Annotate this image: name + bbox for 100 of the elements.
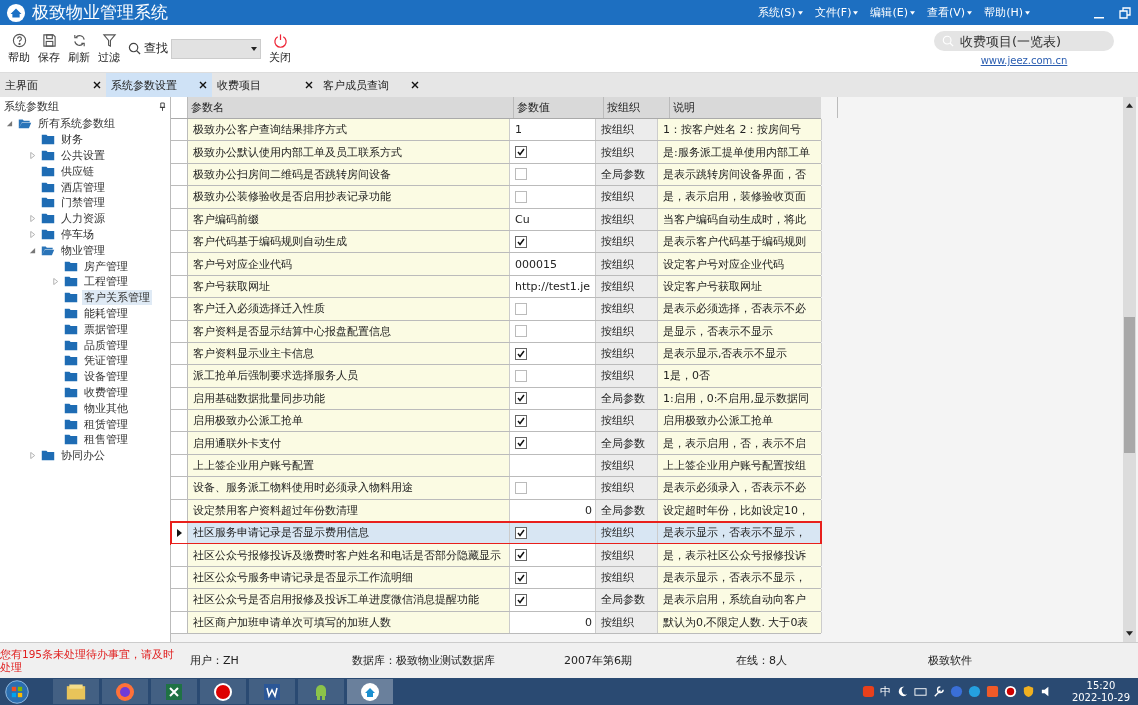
table-row[interactable]: 社区公众号是否启用报修及投诉工单进度微信消息提醒功能 全局参数 是表示启用，系统自动向客户	[171, 589, 821, 612]
column-header[interactable]: 说明	[670, 97, 838, 118]
taskbar-app[interactable]	[151, 679, 197, 704]
column-header[interactable]: 按组织	[604, 97, 670, 118]
tree-item[interactable]: 人力资源	[59, 211, 107, 227]
checkbox[interactable]	[515, 526, 527, 539]
row-header[interactable]	[171, 522, 188, 544]
tree-item[interactable]: 客户关系管理	[82, 290, 152, 306]
table-row[interactable]: 极致办公扫房间二维码是否跳转房间设备 全局参数 是表示跳转房间设备界面，否	[171, 163, 821, 187]
pin-icon[interactable]	[159, 102, 166, 111]
close-icon[interactable]	[93, 81, 101, 89]
checkbox[interactable]	[515, 392, 527, 405]
close-icon[interactable]	[305, 81, 313, 89]
tree-item[interactable]: 租赁管理	[82, 416, 130, 432]
tab[interactable]: 主界面	[0, 73, 106, 97]
quick-search-field[interactable]: 收费项目(一览表)	[934, 31, 1114, 51]
table-row[interactable]: 客户号获取网址 http://test1.je 按组织 设定客户号获取网址	[171, 275, 821, 299]
input-mode-indicator[interactable]: 中	[879, 684, 891, 699]
website-link[interactable]: www.jeez.com.cn	[980, 55, 1068, 66]
tree-item[interactable]: 票据管理	[82, 321, 130, 337]
table-row[interactable]: 启用通联外卡支付 全局参数 是，表示启用，否，表示不启	[171, 432, 821, 455]
checkbox[interactable]	[515, 146, 527, 159]
scroll-up-icon[interactable]	[1126, 103, 1133, 108]
table-row[interactable]: 启用极致办公派工抢单 按组织 启用极致办公派工抢单	[171, 410, 821, 433]
tab[interactable]: 收费项目	[212, 73, 318, 97]
checkbox[interactable]	[515, 571, 527, 584]
scroll-down-icon[interactable]	[1126, 631, 1133, 636]
taskbar-app[interactable]	[298, 679, 344, 704]
tree-item[interactable]: 财务	[59, 132, 85, 148]
tree-item[interactable]: 所有系统参数组	[36, 116, 117, 132]
table-row[interactable]: 启用基础数据批量同步功能 全局参数 1:启用，0:不启用,显示数据同	[171, 387, 821, 411]
taskbar-app[interactable]	[200, 679, 246, 704]
menu-item[interactable]: 查看(V)	[927, 5, 973, 20]
tree-item[interactable]: 能耗管理	[82, 305, 130, 321]
tree-item[interactable]: 协同办公	[59, 448, 107, 464]
table-row[interactable]: 派工抢单后强制要求选择服务人员 按组织 1是，0否	[171, 365, 821, 388]
table-row[interactable]: 客户资料显示业主卡信息 按组织 是表示显示,否表示不显示	[171, 342, 821, 366]
table-row[interactable]: 上上签企业用户账号配置 按组织 上上签企业用户账号配置按组	[171, 454, 821, 478]
table-row[interactable]: 客户资料是否显示结算中心报盘配置信息 按组织 是显示，否表示不显示	[171, 320, 821, 343]
record-icon[interactable]	[1003, 685, 1017, 698]
table-row[interactable]: 极致办公默认使用内部工单及员工联系方式 按组织 是:服务派工提单使用内部工单	[171, 141, 821, 164]
checkbox[interactable]	[515, 370, 527, 382]
tree-item[interactable]: 设备管理	[82, 369, 130, 385]
column-header[interactable]: 参数名	[188, 97, 514, 118]
checkbox[interactable]	[515, 168, 527, 181]
table-row[interactable]: 客户代码基于编码规则自动生成 按组织 是表示客户代码基于编码规则	[171, 230, 821, 254]
find-combo-box[interactable]	[171, 38, 261, 59]
table-row[interactable]: 社区商户加班申请单次可填写的加班人数 0 按组织 默认为0,不限定人数. 大于0表	[171, 611, 821, 634]
tree-item[interactable]: 房产管理	[82, 258, 130, 274]
table-row[interactable]: 客户迁入必须选择迁入性质 按组织 是表示必须选择，否表示不必	[171, 298, 821, 321]
expander-icon[interactable]	[52, 278, 59, 286]
expander-icon[interactable]	[29, 152, 36, 159]
taskbar-app[interactable]	[347, 679, 393, 704]
checkbox[interactable]	[515, 325, 527, 338]
shield-icon[interactable]	[1021, 685, 1035, 698]
table-row[interactable]: 设备、服务派工物料使用时必须录入物料用途 按组织 是表示必须录入，否表示不必	[171, 477, 821, 500]
taskbar-app[interactable]	[249, 679, 295, 704]
toolbar-button[interactable]: 刷新	[64, 32, 94, 65]
scrollbar[interactable]	[1123, 97, 1136, 642]
tree-item[interactable]: 收费管理	[82, 384, 130, 400]
clock-date[interactable]: 2022-10-29	[1071, 691, 1130, 704]
checkbox[interactable]	[515, 347, 527, 360]
checkbox[interactable]	[515, 549, 527, 562]
menu-item[interactable]: 编辑(E)	[870, 5, 916, 20]
table-row[interactable]: 社区公众号服务申请记录是否显示工作流明细 按组织 是表示显示，否表示不显示，	[171, 566, 821, 590]
menu-item[interactable]: 文件(F)	[814, 5, 859, 20]
tree-item[interactable]: 供应链	[59, 163, 96, 179]
close-button[interactable]: 关闭	[265, 32, 295, 65]
menu-item[interactable]: 系统(S)	[758, 5, 803, 20]
table-row[interactable]: 社区公众号报修投诉及缴费时客户姓名和电话是否部分隐藏显示 按组织 是，表示社区公众号报修投诉	[171, 544, 821, 567]
expander-icon[interactable]	[29, 452, 36, 460]
expander-icon[interactable]	[29, 246, 36, 254]
table-row[interactable]: 极致办公客户查询结果排序方式 1 按组织 1：按客户姓名 2：按房间号	[171, 119, 821, 142]
clock-time[interactable]: 15:20	[1086, 679, 1116, 692]
menu-item[interactable]: 帮助(H)	[984, 5, 1030, 20]
tree-item[interactable]: 门禁管理	[59, 195, 107, 211]
checkbox[interactable]	[515, 593, 527, 606]
restore-icon[interactable]	[1118, 5, 1132, 20]
tab[interactable]: 客户成员查询	[318, 73, 424, 97]
tray-icon[interactable]	[861, 685, 875, 698]
tree-item[interactable]: 停车场	[59, 226, 96, 242]
tab[interactable]: 系统参数设置	[106, 73, 212, 97]
tray-icon[interactable]	[967, 685, 981, 698]
checkbox[interactable]	[515, 235, 527, 248]
toolbar-button[interactable]: 过滤	[94, 32, 124, 65]
close-icon[interactable]	[411, 81, 419, 89]
taskbar-app[interactable]	[53, 679, 99, 704]
scroll-thumb[interactable]	[1124, 317, 1135, 454]
checkbox[interactable]	[515, 437, 527, 450]
table-row[interactable]: 客户编码前缀 Cu 按组织 当客户编码自动生成时，将此	[171, 208, 821, 231]
column-header[interactable]: 参数值	[514, 97, 604, 118]
keyboard-icon[interactable]	[913, 685, 927, 698]
tree-item[interactable]: 工程管理	[82, 274, 130, 290]
tree-item[interactable]: 租售管理	[82, 432, 130, 448]
toolbar-button[interactable]: 保存	[34, 32, 64, 65]
tree-item[interactable]: 公共设置	[59, 148, 107, 163]
expander-icon[interactable]	[6, 120, 13, 128]
close-icon[interactable]	[199, 81, 207, 89]
table-row[interactable]: 社区服务申请记录是否显示费用信息 按组织 是表示显示，否表示不显示，	[171, 522, 821, 545]
checkbox[interactable]	[515, 302, 527, 315]
